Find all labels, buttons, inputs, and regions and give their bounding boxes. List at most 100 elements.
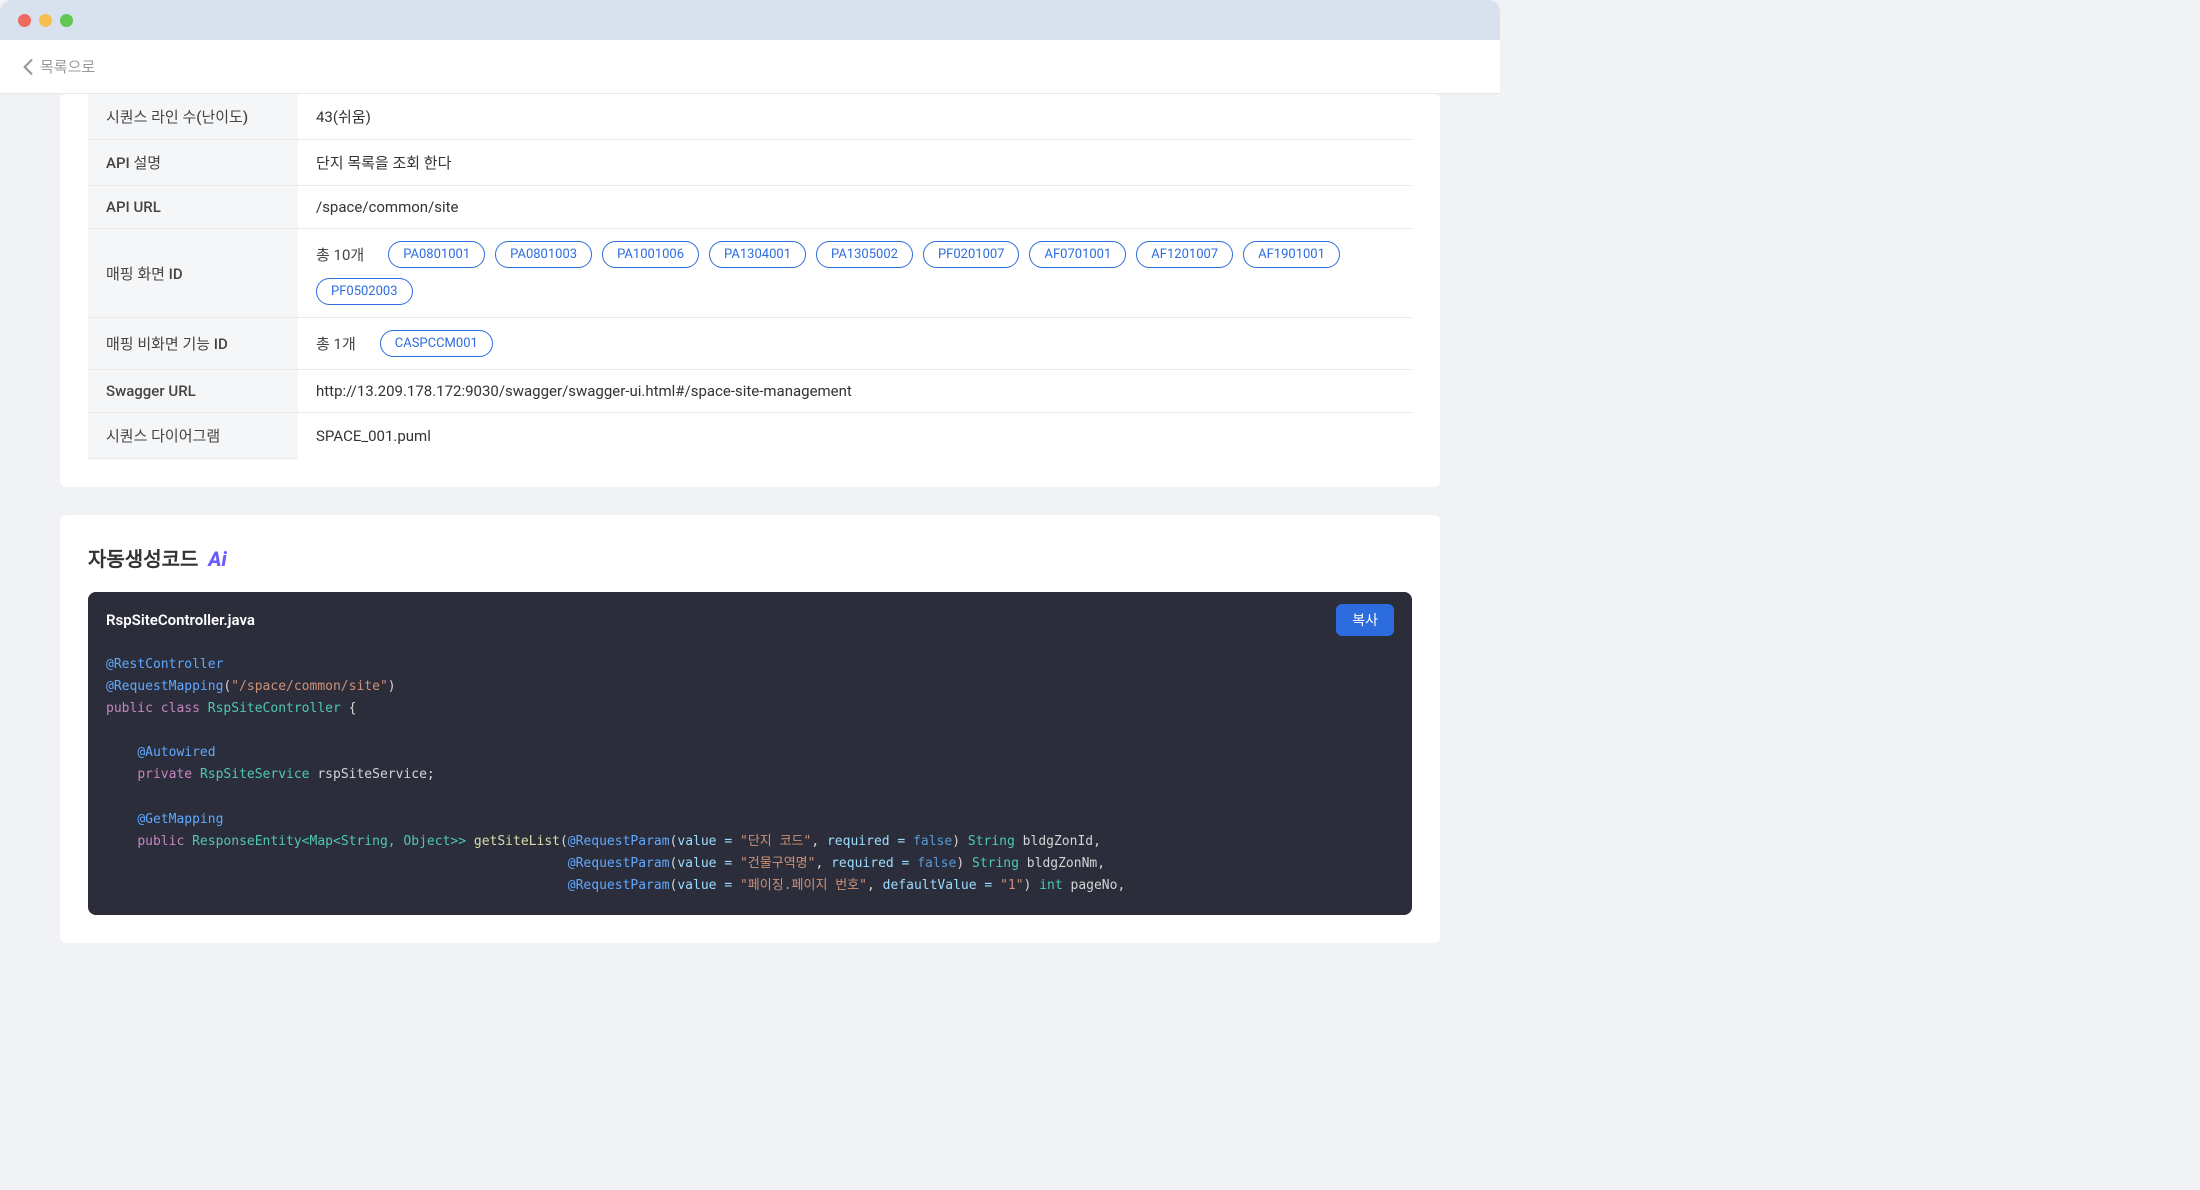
row-api-desc: API 설명 단지 목록을 조회 한다	[88, 140, 1412, 186]
annotation: @RequestParam	[568, 878, 670, 893]
screen-id-chip[interactable]: AF0701001	[1029, 241, 1126, 268]
copy-button[interactable]: 복사	[1336, 604, 1394, 636]
back-label: 목록으로	[40, 56, 95, 77]
screen-id-chip[interactable]: AF1901001	[1243, 241, 1340, 268]
code-text: ,	[867, 878, 883, 893]
field-name: rspSiteService;	[317, 767, 434, 782]
label-api-url: API URL	[88, 186, 298, 229]
code-filename: RspSiteController.java	[106, 611, 255, 629]
map-nonscreen-chips-row: 총 1개 CASPCCM001	[316, 330, 1394, 357]
nonscreen-id-chip[interactable]: CASPCCM001	[380, 330, 493, 357]
row-map-nonscreen: 매핑 비화면 기능 ID 총 1개 CASPCCM001	[88, 318, 1412, 370]
row-swagger: Swagger URL http://13.209.178.172:9030/s…	[88, 370, 1412, 413]
seq-diagram-link[interactable]: SPACE_001.puml	[298, 413, 1412, 459]
code-block-header: RspSiteController.java 복사	[88, 592, 1412, 648]
window-close-icon[interactable]	[18, 14, 31, 27]
code-card: 자동생성코드 Ai RspSiteController.java 복사 @Res…	[60, 515, 1440, 943]
code-text: )	[952, 834, 968, 849]
value-map-screen: 총 10개 PA0801001 PA0801003 PA1001006 PA13…	[298, 229, 1412, 318]
window-minimize-icon[interactable]	[39, 14, 52, 27]
annotation: @RequestParam	[568, 834, 670, 849]
row-seq-lines: 시퀀스 라인 수(난이도) 43(쉬움)	[88, 94, 1412, 140]
string-literal: "건물구역명"	[740, 856, 815, 871]
screen-id-chip[interactable]: PF0201007	[923, 241, 1020, 268]
map-screen-chips-row: 총 10개 PA0801001 PA0801003 PA1001006 PA13…	[316, 241, 1394, 305]
chevron-left-icon	[22, 58, 34, 76]
annotation: @RequestParam	[568, 856, 670, 871]
param-key: value =	[677, 834, 740, 849]
code-text: )	[1024, 878, 1040, 893]
type-name: int	[1039, 878, 1062, 893]
param-key: value =	[677, 856, 740, 871]
value-api-desc: 단지 목록을 조회 한다	[298, 140, 1412, 186]
type-name: ResponseEntity<Map<String, Object>>	[192, 834, 466, 849]
code-header: 자동생성코드 Ai	[88, 543, 1412, 572]
topbar: 목록으로	[0, 40, 1500, 94]
swagger-url-link[interactable]: http://13.209.178.172:9030/swagger/swagg…	[298, 370, 1412, 413]
keyword: private	[137, 767, 192, 782]
code-body: @RestController @RequestMapping ( "/space/…	[88, 648, 1412, 915]
ai-badge: Ai	[208, 547, 226, 571]
param-key: required =	[831, 856, 917, 871]
row-seq-diagram: 시퀀스 다이어그램 SPACE_001.puml	[88, 413, 1412, 459]
keyword: class	[161, 701, 200, 716]
label-map-nonscreen: 매핑 비화면 기능 ID	[88, 318, 298, 370]
window-maximize-icon[interactable]	[60, 14, 73, 27]
label-seq-diagram: 시퀀스 다이어그램	[88, 413, 298, 459]
type-name: RspSiteController	[208, 701, 341, 716]
label-swagger: Swagger URL	[88, 370, 298, 413]
screen-id-chip[interactable]: PA1001006	[602, 241, 699, 268]
param-name: pageNo,	[1071, 878, 1126, 893]
screen-id-chip[interactable]: PA0801001	[388, 241, 485, 268]
annotation: @RequestMapping	[106, 679, 223, 694]
detail-card: 시퀀스 라인 수(난이도) 43(쉬움) API 설명 단지 목록을 조회 한다…	[60, 94, 1440, 487]
value-map-nonscreen: 총 1개 CASPCCM001	[298, 318, 1412, 370]
row-map-screen: 매핑 화면 ID 총 10개 PA0801001 PA0801003 PA100…	[88, 229, 1412, 318]
method-name: getSiteList	[474, 834, 560, 849]
map-nonscreen-count: 총 1개	[316, 333, 356, 354]
string-literal: "1"	[1000, 878, 1023, 893]
label-seq-lines: 시퀀스 라인 수(난이도)	[88, 94, 298, 140]
keyword: public	[137, 834, 184, 849]
type-name: RspSiteService	[200, 767, 310, 782]
code-text: )	[956, 856, 972, 871]
label-api-desc: API 설명	[88, 140, 298, 186]
bool-literal: false	[913, 834, 952, 849]
app-window: 목록으로 시퀀스 라인 수(난이도) 43(쉬움) API 설명 단지 목록을 …	[0, 0, 1500, 991]
string-literal: "단지 코드"	[740, 834, 811, 849]
param-name: bldgZonId,	[1023, 834, 1101, 849]
map-screen-count: 총 10개	[316, 244, 364, 265]
code-text: )	[388, 679, 396, 694]
annotation: @Autowired	[137, 745, 215, 760]
annotation: @RestController	[106, 657, 223, 672]
screen-id-chip[interactable]: PA1305002	[816, 241, 913, 268]
code-text: ,	[815, 856, 831, 871]
code-block: RspSiteController.java 복사 @RestControlle…	[88, 592, 1412, 915]
row-api-url: API URL /space/common/site	[88, 186, 1412, 229]
code-text: {	[349, 701, 357, 716]
param-key: defaultValue =	[883, 878, 1000, 893]
screen-id-chip[interactable]: PA0801003	[495, 241, 592, 268]
annotation: @GetMapping	[137, 812, 223, 827]
code-section-title: 자동생성코드	[88, 543, 198, 572]
type-name: String	[972, 856, 1019, 871]
content-area: 시퀀스 라인 수(난이도) 43(쉬움) API 설명 단지 목록을 조회 한다…	[0, 94, 1500, 991]
keyword: public	[106, 701, 153, 716]
screen-id-chip[interactable]: PF0502003	[316, 278, 413, 305]
param-name: bldgZonNm,	[1027, 856, 1105, 871]
back-to-list-link[interactable]: 목록으로	[22, 56, 95, 77]
type-name: String	[968, 834, 1015, 849]
value-seq-lines: 43(쉬움)	[298, 94, 1412, 140]
window-titlebar	[0, 0, 1500, 40]
code-text: ,	[811, 834, 827, 849]
screen-id-chip[interactable]: AF1201007	[1136, 241, 1233, 268]
bool-literal: false	[917, 856, 956, 871]
detail-table: 시퀀스 라인 수(난이도) 43(쉬움) API 설명 단지 목록을 조회 한다…	[88, 94, 1412, 459]
label-map-screen: 매핑 화면 ID	[88, 229, 298, 318]
code-text: (	[560, 834, 568, 849]
string-literal: "/space/common/site"	[231, 679, 388, 694]
param-key: required =	[827, 834, 913, 849]
screen-id-chip[interactable]: PA1304001	[709, 241, 806, 268]
string-literal: "페이징.페이지 번호"	[740, 878, 867, 893]
value-api-url: /space/common/site	[298, 186, 1412, 229]
